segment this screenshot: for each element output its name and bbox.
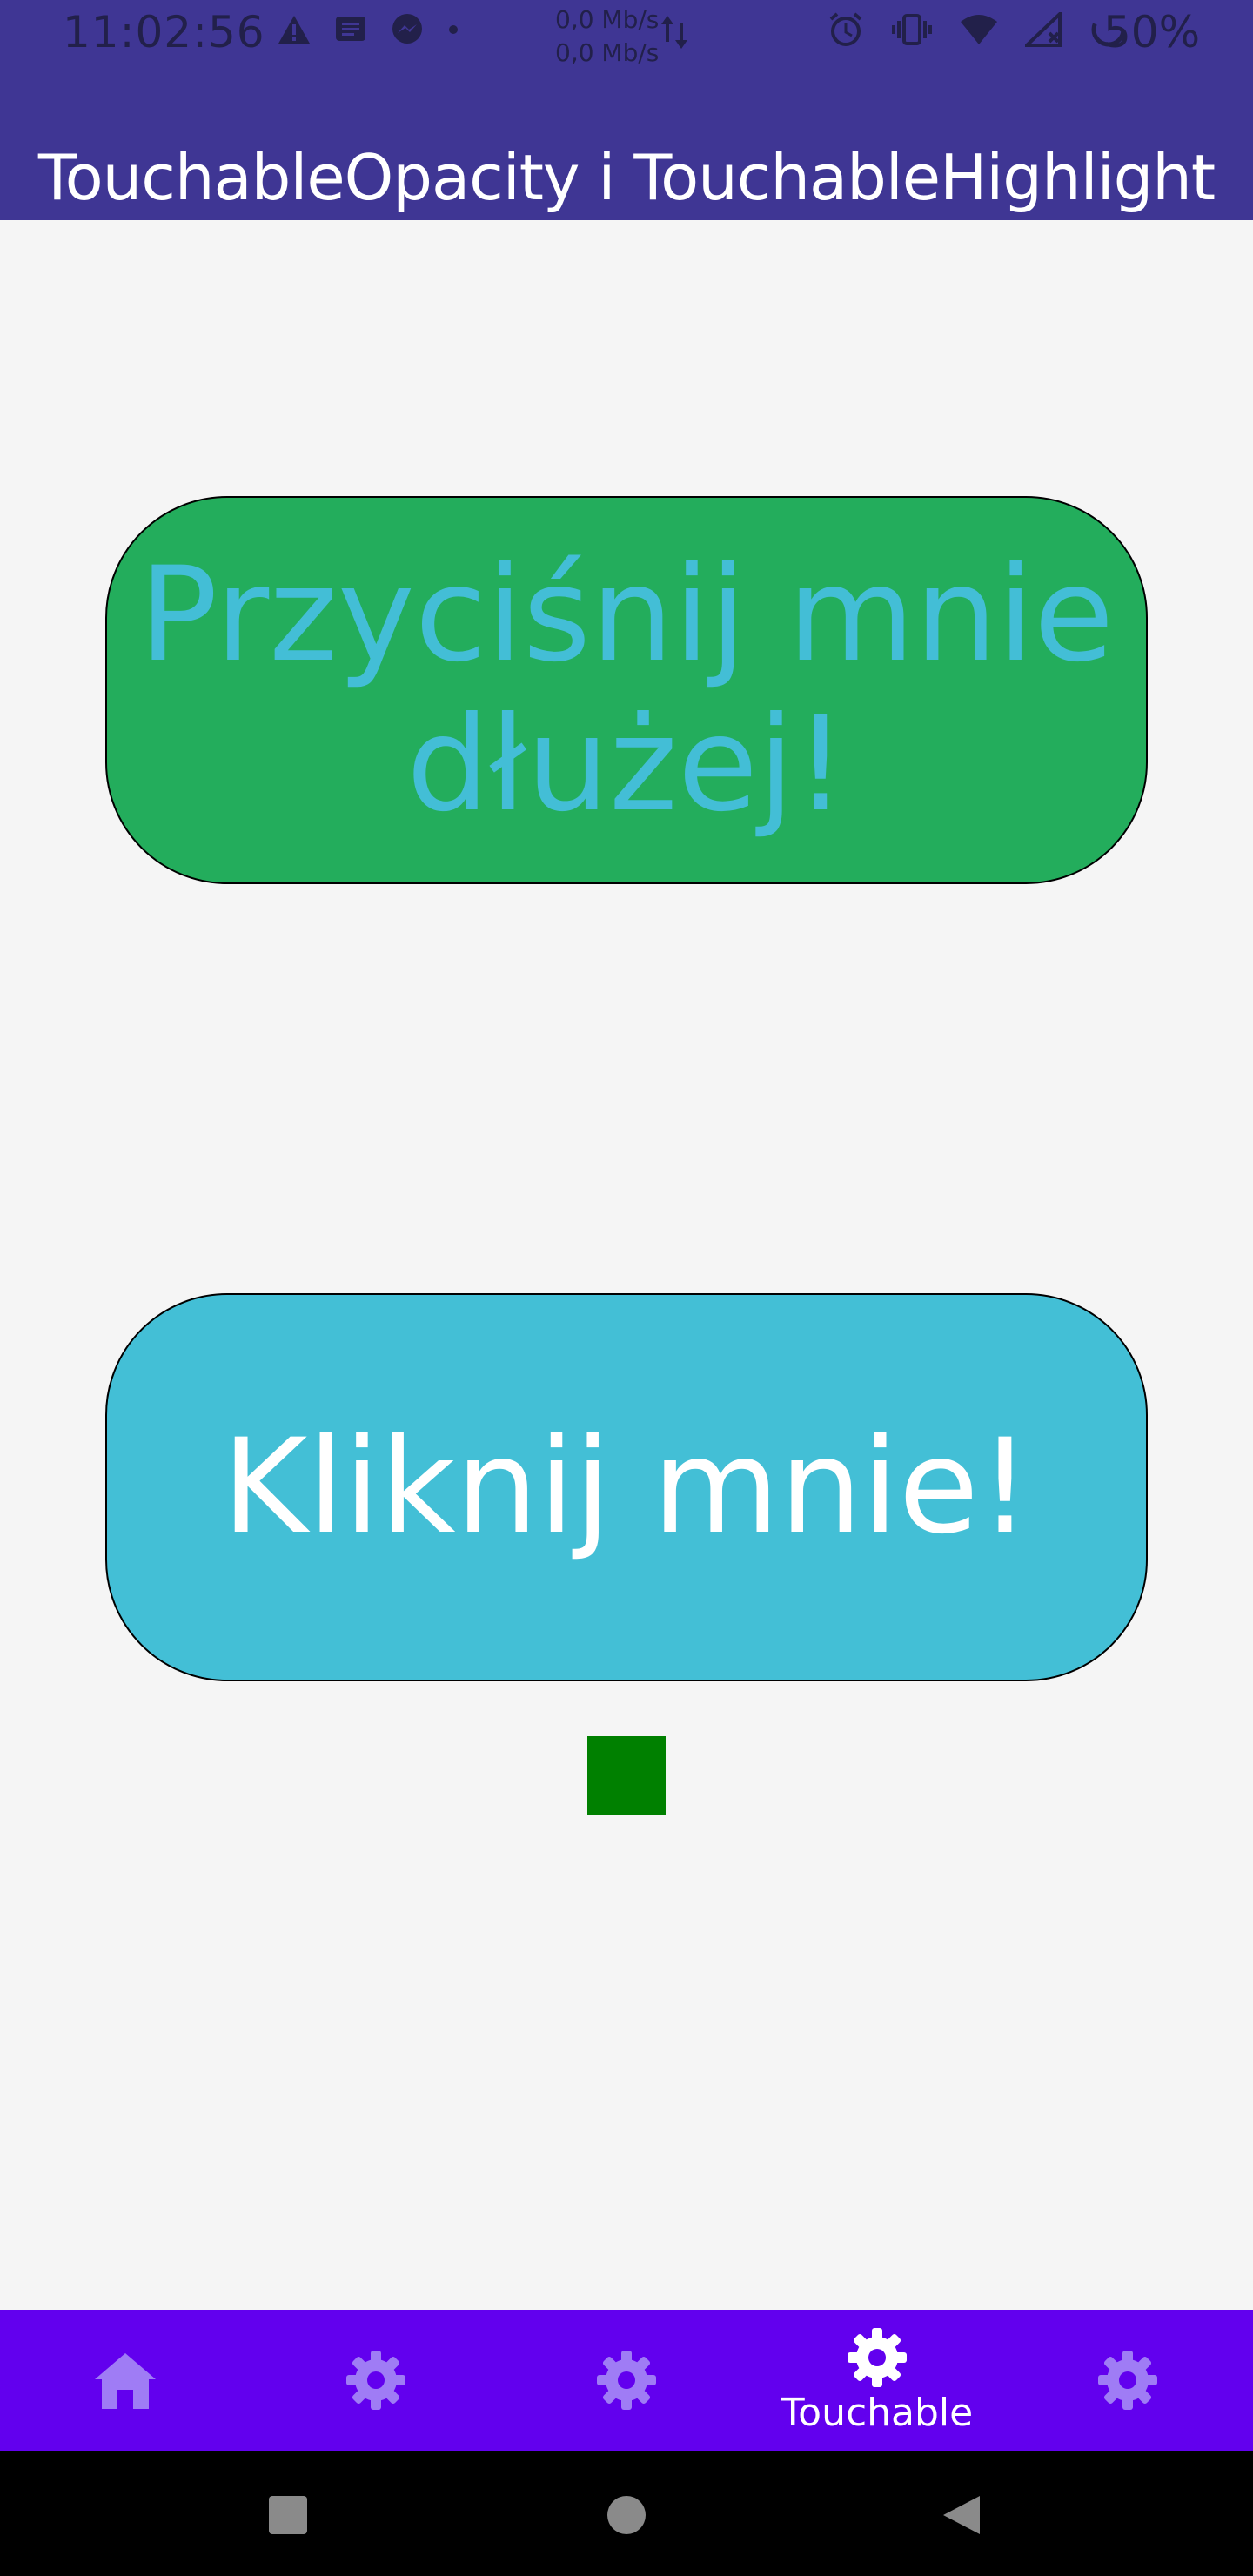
cellular-signal-icon: [1022, 10, 1063, 50]
back-button[interactable]: [940, 2494, 982, 2539]
data-transfer-icon: [660, 12, 689, 56]
message-icon: [334, 15, 367, 44]
gear-icon: [846, 2326, 908, 2389]
home-button[interactable]: [606, 2494, 647, 2539]
system-status-icons: [827, 10, 1128, 52]
notification-icons: [277, 12, 459, 47]
messenger-icon: [390, 12, 425, 47]
warning-icon: [277, 14, 312, 45]
click-me-button[interactable]: Kliknij mnie!: [105, 1293, 1148, 1681]
gear-icon: [595, 2349, 658, 2412]
top-bar: 11:02:56 0,0 Mb/s 0,0 Mb/s 50% Touchable…: [0, 0, 1253, 220]
page-title: TouchableOpacity i TouchableHighlight: [37, 141, 1216, 214]
tab-settings-2[interactable]: [501, 2310, 752, 2451]
tab-settings-3[interactable]: [1002, 2310, 1253, 2451]
long-press-button-label: Przyciśnij mnie dłużej!: [139, 540, 1115, 840]
tab-touchable[interactable]: Touchable: [752, 2310, 1002, 2451]
long-press-button-label-line2: dłużej!: [406, 689, 847, 841]
alarm-icon: [827, 10, 865, 52]
tab-home[interactable]: [0, 2310, 251, 2451]
vibrate-icon: [891, 12, 933, 50]
wifi-icon: [959, 13, 999, 50]
app-screen: 11:02:56 0,0 Mb/s 0,0 Mb/s 50% Touchable…: [0, 0, 1253, 2576]
gear-icon: [345, 2349, 407, 2412]
status-indicator-square: [587, 1736, 666, 1815]
more-notifications-dot-icon: [447, 23, 459, 36]
gear-icon: [1096, 2349, 1159, 2412]
network-speed-up: 0,0 Mb/s: [555, 5, 660, 34]
status-time: 11:02:56: [63, 7, 265, 57]
tab-settings-1[interactable]: [251, 2310, 501, 2451]
home-icon: [93, 2350, 157, 2411]
tab-touchable-label: Touchable: [781, 2390, 974, 2435]
long-press-button-label-line1: Przyciśnij mnie: [138, 540, 1115, 691]
network-speed-down: 0,0 Mb/s: [555, 38, 660, 67]
system-navigation-bar: [0, 2451, 1253, 2576]
battery-percentage: 50%: [1103, 7, 1201, 57]
long-press-button[interactable]: Przyciśnij mnie dłużej!: [105, 496, 1148, 884]
network-speed: 0,0 Mb/s 0,0 Mb/s: [555, 3, 659, 70]
bottom-tab-bar: Touchable: [0, 2310, 1253, 2451]
recent-apps-button[interactable]: [267, 2494, 309, 2539]
click-me-button-label: Kliknij mnie!: [222, 1412, 1031, 1563]
